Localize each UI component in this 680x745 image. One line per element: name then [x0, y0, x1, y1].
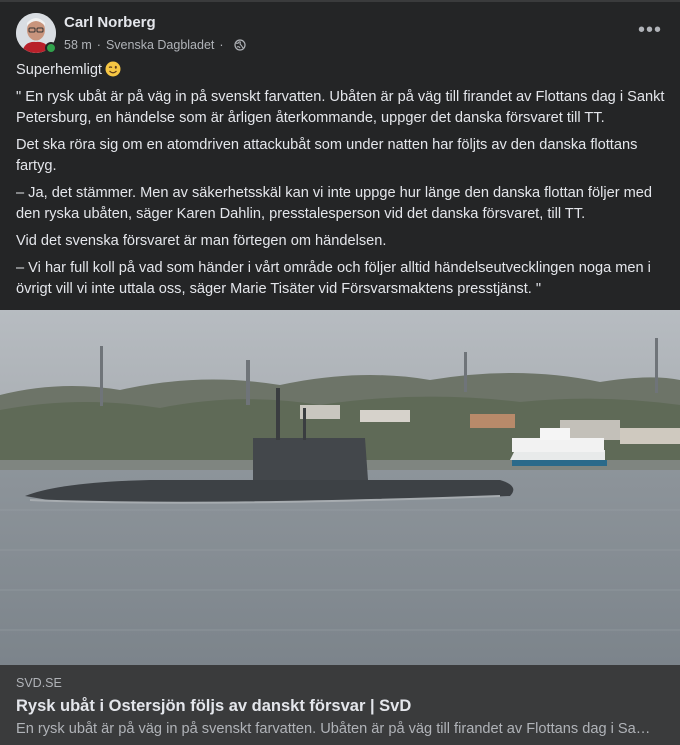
post-paragraph: Vid det svenska försvaret är man förtege…: [16, 233, 387, 249]
online-status-dot: [45, 42, 57, 54]
lead-text: Superhemligt: [16, 62, 102, 78]
avatar[interactable]: [16, 13, 57, 54]
winking-face-emoji: [105, 61, 121, 77]
link-description: En rysk ubåt är på väg in på svenskt far…: [16, 721, 656, 737]
more-options-icon: •••: [637, 18, 662, 41]
author-name[interactable]: Carl Norberg: [64, 14, 246, 32]
post-lead: Superhemligt: [16, 60, 666, 81]
post-paragraph: " En rysk ubåt är på väg in på svenskt f…: [16, 89, 665, 126]
link-preview-image[interactable]: [0, 310, 680, 665]
link-title[interactable]: Rysk ubåt i Ostersjön följs av danskt fö…: [16, 695, 664, 717]
separator: ·: [96, 37, 101, 52]
separator: ·: [219, 37, 224, 52]
submarine-photo: [0, 310, 680, 665]
globe-icon[interactable]: [233, 38, 246, 51]
post-paragraph: Det ska röra sig om en atomdriven attack…: [16, 137, 638, 174]
link-preview[interactable]: SVD.SE Rysk ubåt i Ostersjön följs av da…: [0, 665, 680, 745]
more-options-button[interactable]: •••: [636, 16, 664, 44]
post-card: Carl Norberg 58 m · Svenska Dagbladet · …: [0, 0, 680, 745]
post-paragraph: – Ja, det stämmer. Men av säkerhetsskäl …: [16, 185, 652, 222]
divider: [0, 0, 680, 2]
post-header: Carl Norberg 58 m · Svenska Dagbladet ·: [16, 13, 246, 54]
post-source[interactable]: Svenska Dagbladet: [106, 37, 214, 53]
link-domain: SVD.SE: [16, 676, 62, 690]
post-time[interactable]: 58 m: [64, 37, 92, 53]
post-paragraph: – Vi har full koll på vad som händer i v…: [16, 260, 651, 297]
post-text: Superhemligt " En rysk ubåt är på väg in…: [16, 60, 666, 306]
